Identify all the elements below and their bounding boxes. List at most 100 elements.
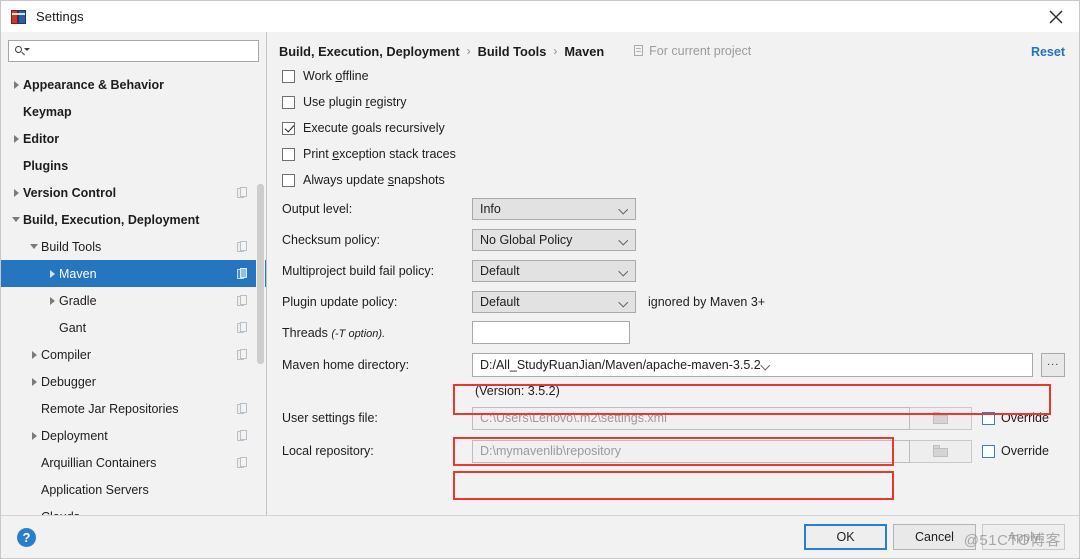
output-level-value: Info <box>480 201 501 216</box>
breadcrumb-separator: › <box>466 44 471 58</box>
settings-dialog: Settings Appearance & Behavior Keymap Edit… <box>0 0 1080 559</box>
user-settings-browse-button[interactable] <box>910 406 972 430</box>
project-scope-icon <box>237 348 248 361</box>
checkbox-box[interactable] <box>282 95 295 109</box>
sidebar-item-application-servers[interactable]: Application Servers <box>1 476 266 503</box>
sidebar-item-build-tools[interactable]: Build Tools <box>1 233 266 260</box>
threads-input[interactable] <box>472 321 630 344</box>
sidebar-item-label: Plugins <box>23 158 69 173</box>
search-input[interactable] <box>29 42 253 60</box>
multiproject-build-fail-policy-value: Default <box>480 263 520 278</box>
sidebar-item-label: Remote Jar Repositories <box>41 401 179 416</box>
sidebar-item-keymap[interactable]: Keymap <box>1 98 266 125</box>
output-level-combo[interactable]: Info <box>472 197 636 220</box>
chevron-down-icon[interactable] <box>27 244 41 249</box>
chevron-down-icon[interactable] <box>9 217 23 222</box>
sidebar-item-editor[interactable]: Editor <box>1 125 266 152</box>
sidebar-item-label: Version Control <box>23 185 117 200</box>
sidebar-item-plugins[interactable]: Plugins <box>1 152 266 179</box>
sidebar-item-label: Deployment <box>41 428 108 443</box>
settings-tree[interactable]: Appearance & Behavior Keymap Editor Plugins… <box>1 69 266 515</box>
plugin-update-policy-hint: ignored by Maven 3+ <box>648 294 766 309</box>
close-icon[interactable] <box>1033 1 1079 32</box>
local-repository-input[interactable]: D:\mymavenlib\repository <box>472 439 910 463</box>
sidebar-item-compiler[interactable]: Compiler <box>1 341 266 368</box>
sidebar-item-maven[interactable]: Maven <box>1 260 266 287</box>
chevron-right-icon[interactable] <box>27 377 41 386</box>
breadcrumb-separator: › <box>553 44 558 58</box>
sidebar-scrollbar[interactable] <box>256 66 265 505</box>
project-scope-icon <box>237 429 248 442</box>
breadcrumb-item-2: Maven <box>564 43 605 59</box>
sidebar-item-gant[interactable]: Gant <box>1 314 266 341</box>
sidebar-item-label: Gant <box>59 320 87 335</box>
multiproject-build-fail-policy-combo[interactable]: Default <box>472 259 636 282</box>
sidebar-item-version-control[interactable]: Version Control <box>1 179 266 206</box>
user-settings-input[interactable]: C:\Users\Lenovo\.m2\settings.xml <box>472 406 910 430</box>
maven-home-browse-button[interactable]: ... <box>1041 352 1065 377</box>
sidebar-item-label: Application Servers <box>41 482 149 497</box>
checkbox-always-update-snapshots[interactable]: Always update snapshots <box>282 167 1065 193</box>
search-box[interactable] <box>8 40 259 62</box>
user-settings-override[interactable]: Override <box>982 411 1049 425</box>
chevron-right-icon[interactable] <box>9 188 23 197</box>
chevron-right-icon[interactable] <box>9 134 23 143</box>
chevron-down-icon <box>761 362 770 368</box>
maven-home-combo[interactable]: D:/All_StudyRuanJian/Maven/apache-maven-… <box>472 352 1034 377</box>
user-settings-override-checkbox[interactable] <box>982 411 995 425</box>
maven-version-note: (Version: 3.5.2) <box>475 384 560 398</box>
sidebar-item-build-execution-deployment[interactable]: Build, Execution, Deployment <box>1 206 266 233</box>
checkbox-work-offline[interactable]: Work offline <box>282 63 1065 89</box>
ok-button[interactable]: OK <box>804 524 887 550</box>
sidebar-scrollbar-thumb[interactable] <box>257 184 264 364</box>
sidebar-item-remote-jar-repositories[interactable]: Remote Jar Repositories <box>1 395 266 422</box>
project-scope-icon <box>237 186 248 199</box>
sidebar-item-label: Compiler <box>41 347 92 362</box>
local-repository-override[interactable]: Override <box>982 444 1049 458</box>
checkbox-use-plugin-registry[interactable]: Use plugin registry <box>282 89 1065 115</box>
dialog-footer: ? OK Cancel Apply <box>1 515 1079 558</box>
plugin-update-policy-combo[interactable]: Default <box>472 290 636 313</box>
local-repository-override-label: Override <box>1001 444 1049 458</box>
chevron-down-icon <box>619 237 628 243</box>
chevron-right-icon[interactable] <box>45 296 59 305</box>
checksum-policy-combo[interactable]: No Global Policy <box>472 228 636 251</box>
maven-home-label: Maven home directory: <box>282 357 410 372</box>
chevron-right-icon[interactable] <box>27 431 41 440</box>
sidebar-item-label: Debugger <box>41 374 96 389</box>
chevron-right-icon[interactable] <box>27 350 41 359</box>
maven-home-row: Maven home directory: D:/All_StudyRuanJi… <box>282 348 1065 381</box>
cancel-button[interactable]: Cancel <box>893 524 976 550</box>
scope-note: For current project <box>634 44 751 58</box>
sidebar-item-debugger[interactable]: Debugger <box>1 368 266 395</box>
local-repository-override-checkbox[interactable] <box>982 444 995 458</box>
help-icon[interactable]: ? <box>17 527 36 547</box>
output-level-label: Output level: <box>282 201 353 216</box>
sidebar-item-gradle[interactable]: Gradle <box>1 287 266 314</box>
checkbox-box[interactable] <box>282 173 295 187</box>
sidebar-item-deployment[interactable]: Deployment <box>1 422 266 449</box>
sidebar-item-clouds[interactable]: Clouds <box>1 503 266 516</box>
checkbox-label: Always update snapshots <box>303 173 445 187</box>
checkbox-execute-goals-recursively[interactable]: Execute goals recursively <box>282 115 1065 141</box>
search-area <box>1 32 266 69</box>
checkbox-print-exception-stack-traces[interactable]: Print exception stack traces <box>282 141 1065 167</box>
user-settings-override-label: Override <box>1001 411 1049 425</box>
sidebar-item-label: Build Tools <box>41 239 102 254</box>
local-repository-row: Local repository: D:\mymavenlib\reposito… <box>282 435 1065 467</box>
breadcrumb: Build, Execution, Deployment › Build Too… <box>279 32 1065 63</box>
project-scope-icon <box>237 456 248 469</box>
checkbox-box[interactable] <box>282 69 295 83</box>
plugin-update-policy-value: Default <box>480 294 520 309</box>
checkbox-box[interactable] <box>282 121 295 135</box>
checkbox-group: Work offline Use plugin registry Execute g… <box>279 63 1065 193</box>
checkbox-box[interactable] <box>282 147 295 161</box>
threads-label: Threads (-T option). <box>282 325 386 340</box>
chevron-right-icon[interactable] <box>9 80 23 89</box>
sidebar-item-arquillian-containers[interactable]: Arquillian Containers <box>1 449 266 476</box>
local-repository-label: Local repository: <box>282 444 374 458</box>
chevron-right-icon[interactable] <box>45 269 59 278</box>
local-repository-browse-button[interactable] <box>910 439 972 463</box>
sidebar-item-appearance-behavior[interactable]: Appearance & Behavior <box>1 71 266 98</box>
reset-link[interactable]: Reset <box>1031 45 1065 59</box>
